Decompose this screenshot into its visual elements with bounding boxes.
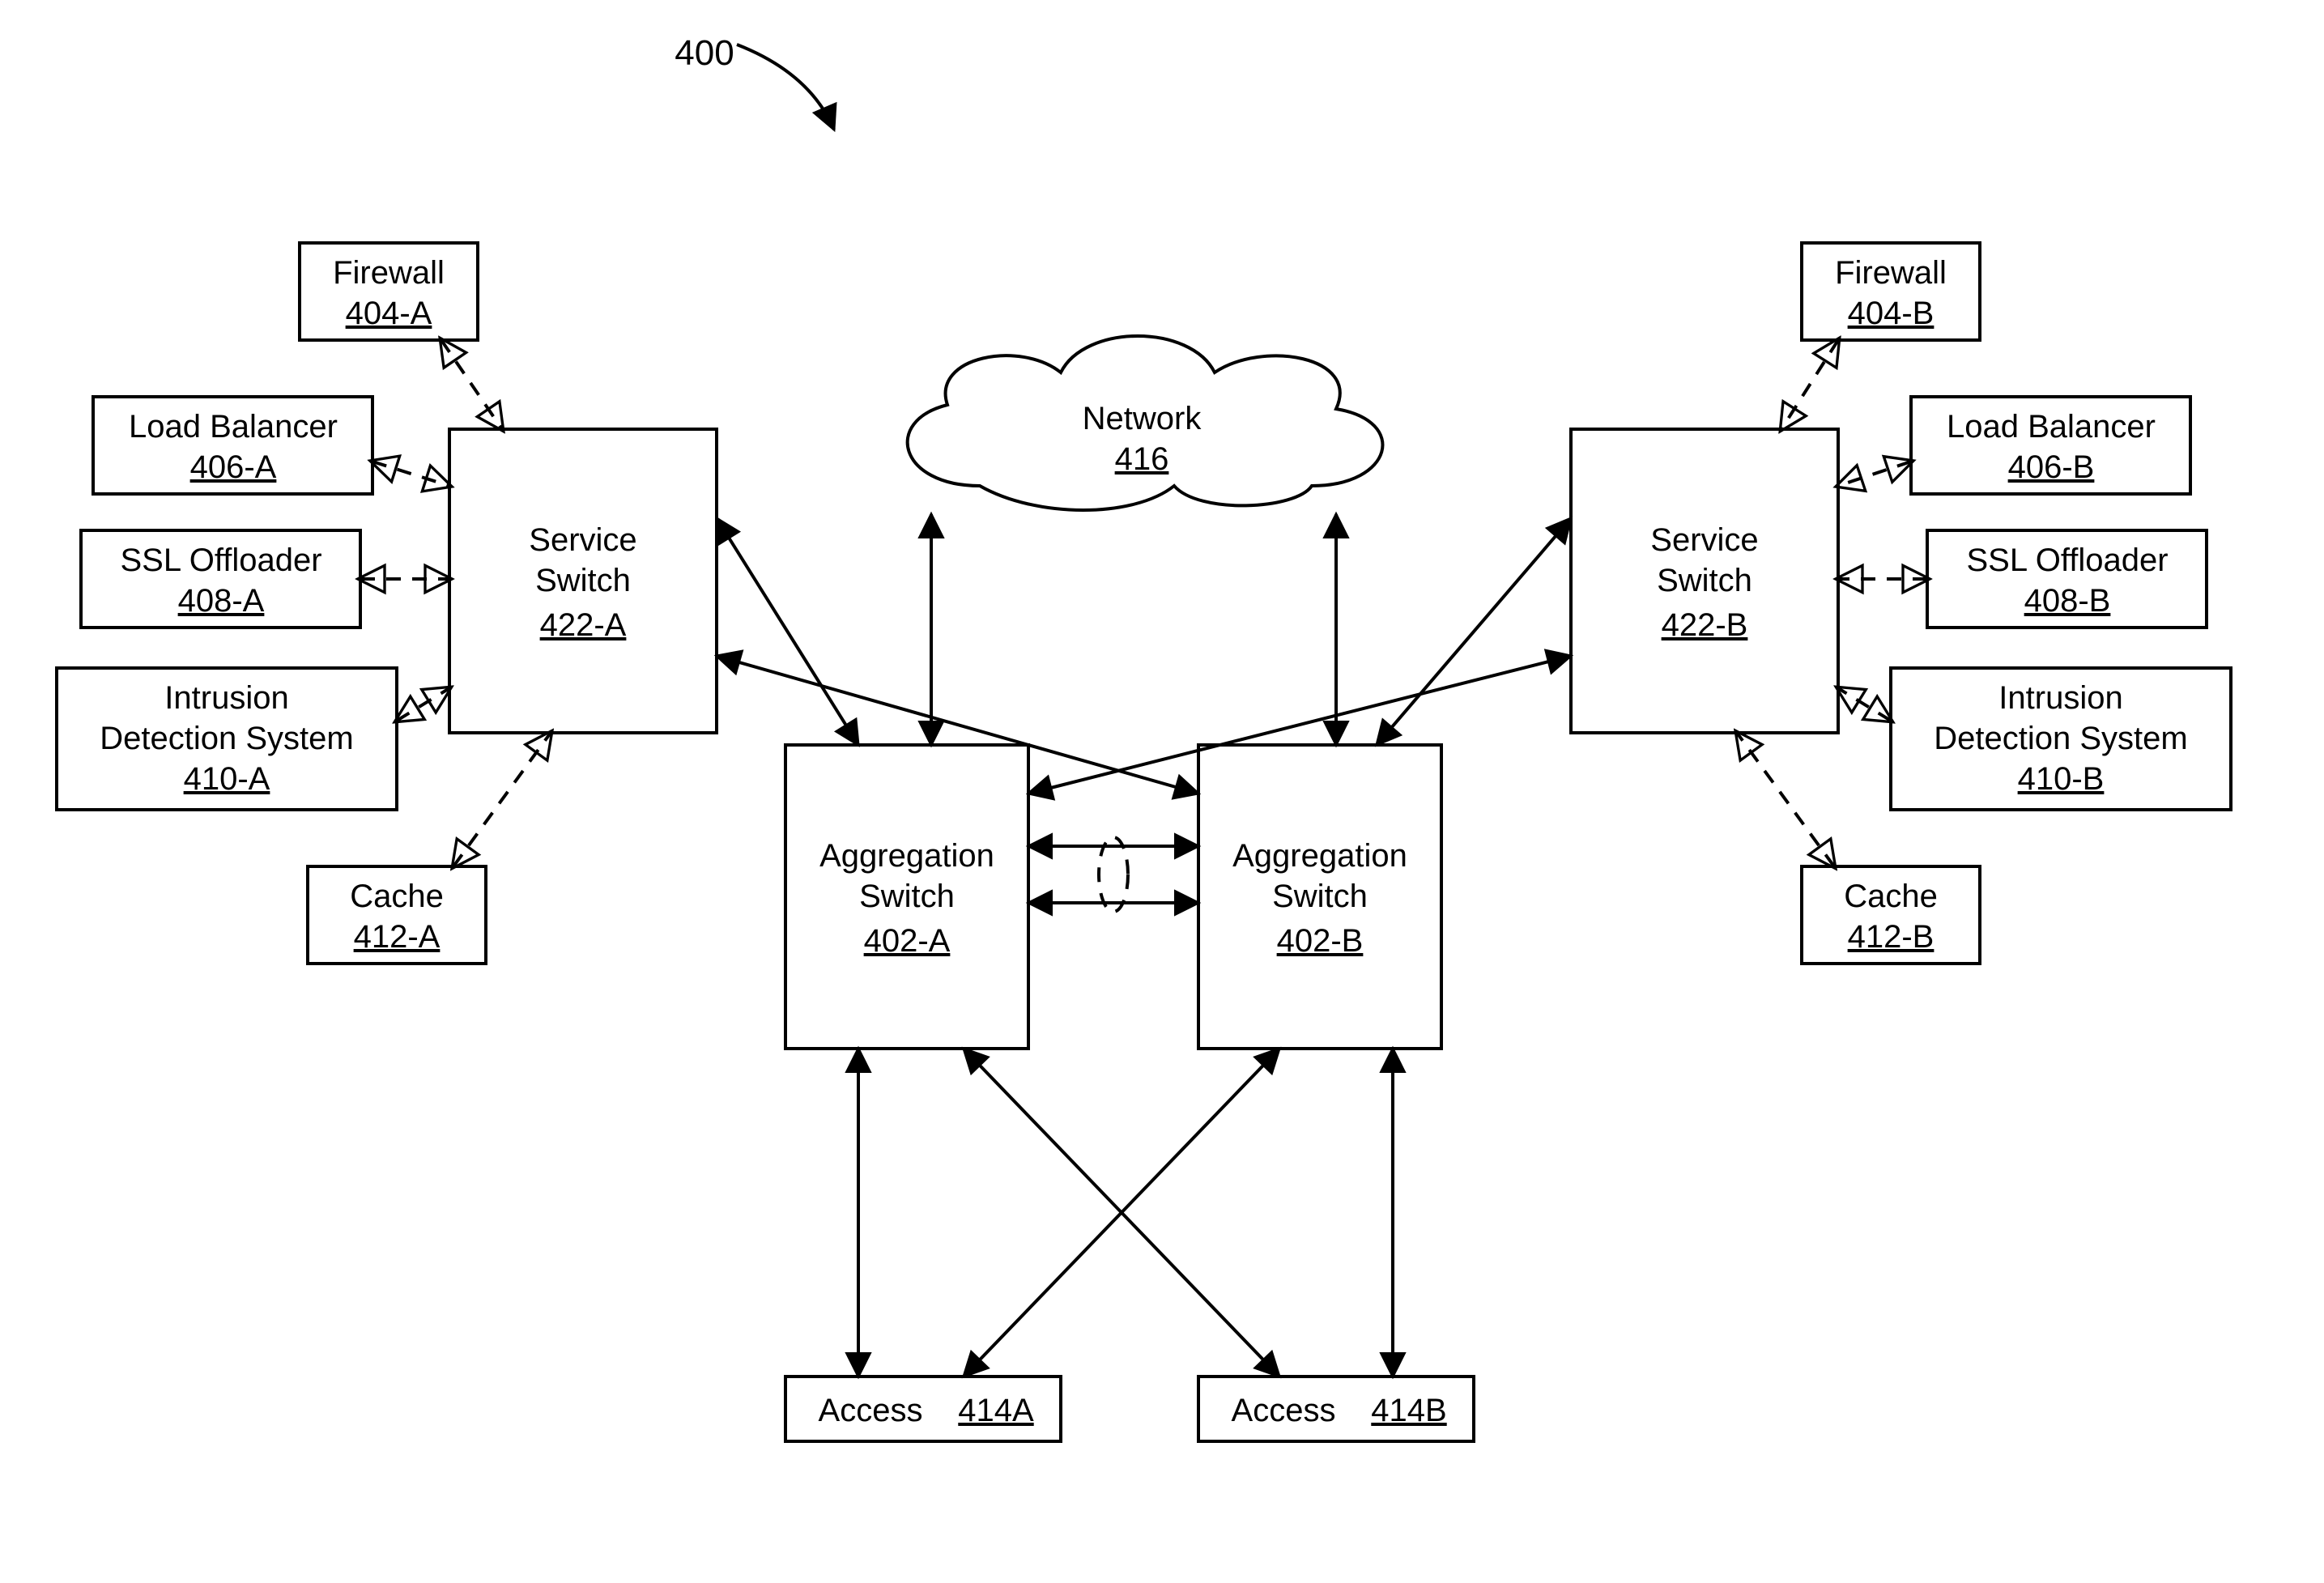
access-b-ref: 414B	[1371, 1393, 1446, 1428]
loadbalancer-b-label: Load Balancer	[1947, 409, 2156, 445]
service-switch-b: Service Switch 422-B	[1571, 429, 1838, 733]
cache-b: Cache 412-B	[1802, 866, 1980, 964]
service-switch-b-l1: Service	[1650, 522, 1758, 558]
service-switch-b-ref: 422-B	[1662, 607, 1748, 643]
access-a-label: Access	[819, 1393, 923, 1428]
cache-a-ref: 412-A	[354, 919, 441, 955]
aggregation-switch-a-ref: 402-A	[864, 923, 951, 959]
aggregation-switch-b-ref: 402-B	[1277, 923, 1364, 959]
network-ref: 416	[1115, 441, 1169, 477]
loadbalancer-a: Load Balancer 406-A	[93, 397, 372, 494]
service-switch-a: Service Switch 422-A	[449, 429, 717, 733]
ssl-a-label: SSL Offloader	[120, 543, 321, 578]
ids-b-l1: Intrusion	[1998, 680, 2122, 716]
link-bundle-icon	[1099, 837, 1128, 912]
cache-a-label: Cache	[350, 879, 444, 914]
firewall-b-ref: 404-B	[1848, 296, 1935, 331]
aggregation-switch-a-l2: Switch	[859, 879, 955, 914]
ssl-b-label: SSL Offloader	[1966, 543, 2168, 578]
ids-a-ref: 410-A	[184, 761, 270, 797]
cache-b-label: Cache	[1844, 879, 1938, 914]
figure-ref-arrow	[737, 45, 834, 130]
link-firewall-a	[441, 340, 502, 429]
aggregation-switch-b-l1: Aggregation	[1232, 838, 1407, 874]
link-cache-b	[1737, 733, 1834, 866]
ssl-b: SSL Offloader 408-B	[1927, 530, 2207, 628]
link-ids-a	[397, 688, 449, 721]
ssl-a: SSL Offloader 408-A	[81, 530, 360, 628]
figure-ref: 400	[675, 33, 734, 73]
network-label: Network	[1083, 401, 1202, 436]
firewall-b-label: Firewall	[1835, 255, 1947, 291]
access-a: Access 414A	[785, 1377, 1061, 1441]
loadbalancer-a-ref: 406-A	[190, 449, 277, 485]
ids-a-l1: Intrusion	[164, 680, 288, 716]
firewall-a-ref: 404-A	[346, 296, 432, 331]
link-cache-a	[453, 733, 551, 866]
service-switch-a-ref: 422-A	[540, 607, 627, 643]
ssl-b-ref: 408-B	[2024, 583, 2111, 619]
firewall-a-label: Firewall	[333, 255, 445, 291]
aggregation-switch-a-l1: Aggregation	[819, 838, 994, 874]
loadbalancer-b-ref: 406-B	[2008, 449, 2095, 485]
aggregation-switch-b-l2: Switch	[1272, 879, 1368, 914]
link-firewall-b	[1781, 340, 1838, 429]
firewall-b: Firewall 404-B	[1802, 243, 1980, 340]
ids-a: Intrusion Detection System 410-A	[57, 668, 397, 810]
link-svcb-aggb	[1377, 518, 1571, 745]
access-b-label: Access	[1232, 1393, 1336, 1428]
aggregation-switch-b: Aggregation Switch 402-B	[1198, 745, 1441, 1049]
loadbalancer-b: Load Balancer 406-B	[1911, 397, 2190, 494]
service-switch-a-l2: Switch	[535, 563, 631, 598]
cache-a: Cache 412-A	[308, 866, 486, 964]
access-b: Access 414B	[1198, 1377, 1474, 1441]
link-ids-b	[1838, 688, 1891, 721]
link-lb-a	[372, 462, 449, 486]
firewall-a: Firewall 404-A	[300, 243, 478, 340]
access-a-ref: 414A	[958, 1393, 1034, 1428]
aggregation-switch-a: Aggregation Switch 402-A	[785, 745, 1028, 1049]
service-switch-b-l2: Switch	[1657, 563, 1752, 598]
ids-b: Intrusion Detection System 410-B	[1891, 668, 2231, 810]
ids-b-l2: Detection System	[1934, 721, 2187, 756]
service-switch-a-l1: Service	[529, 522, 636, 558]
ssl-a-ref: 408-A	[178, 583, 265, 619]
ids-b-ref: 410-B	[2018, 761, 2105, 797]
loadbalancer-a-label: Load Balancer	[129, 409, 338, 445]
ids-a-l2: Detection System	[100, 721, 353, 756]
link-svca-agga	[717, 518, 858, 745]
network-cloud: Network 416	[908, 336, 1383, 510]
link-lb-b	[1838, 462, 1911, 486]
cache-b-ref: 412-B	[1848, 919, 1935, 955]
